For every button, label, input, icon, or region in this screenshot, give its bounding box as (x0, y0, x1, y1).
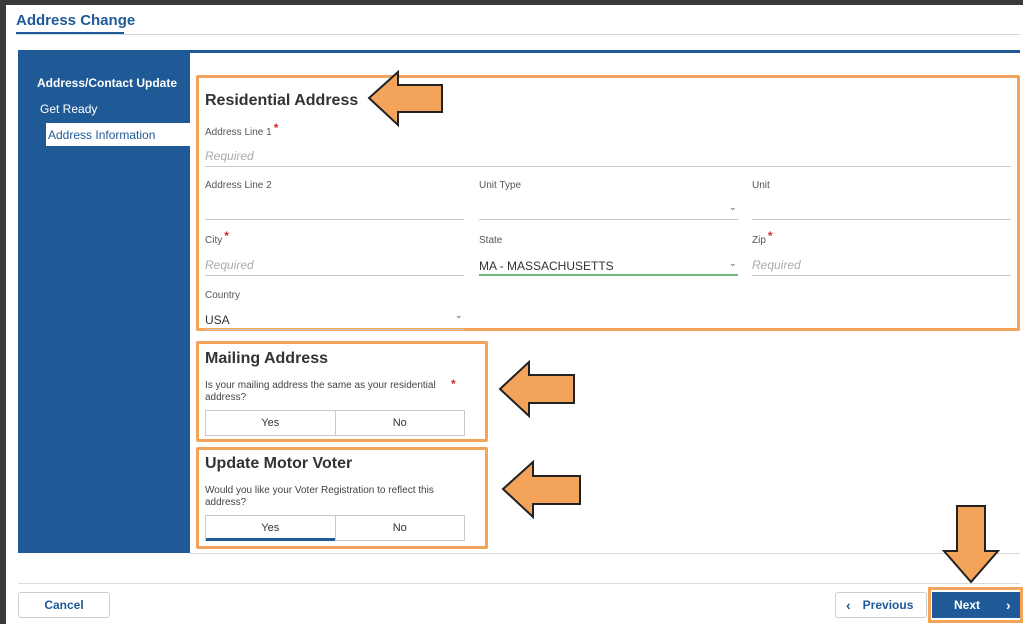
sidebar-heading: Address/Contact Update (37, 76, 178, 90)
required-marker: * (224, 229, 229, 243)
cancel-button[interactable]: Cancel (18, 592, 110, 618)
unit-type-label: Unit Type (479, 180, 522, 191)
country-label: Country (205, 290, 241, 301)
motor-voter-toggle: Yes No (205, 515, 465, 541)
sidebar-item-get-ready[interactable]: Get Ready (40, 102, 97, 116)
zip-input[interactable]: Required (752, 254, 1011, 276)
mailing-no-option[interactable]: No (334, 411, 465, 435)
chevron-right-icon: › (1006, 597, 1011, 613)
motor-voter-yes-option[interactable]: Yes (206, 516, 335, 541)
address-line2-input[interactable] (205, 198, 464, 220)
mailing-address-title: Mailing Address (205, 350, 328, 367)
title-divider (16, 34, 1020, 35)
previous-button[interactable]: ‹ Previous (835, 592, 927, 618)
motor-voter-question: Would you like your Voter Registration t… (205, 485, 434, 508)
city-label: City * (205, 229, 229, 246)
address-line1-label: Address Line 1 * (205, 121, 279, 138)
footer-divider (18, 583, 1020, 584)
zip-label: Zip * (752, 229, 773, 246)
mailing-yes-option[interactable]: Yes (206, 411, 335, 435)
unit-input[interactable] (752, 198, 1011, 220)
next-button[interactable]: Next › (932, 592, 1020, 618)
country-select[interactable]: USA (205, 308, 464, 330)
unit-label: Unit (752, 180, 770, 191)
residential-address-title: Residential Address (205, 92, 359, 109)
arrow-left-icon (498, 359, 575, 419)
state-select[interactable]: MA - MASSACHUSETTS (479, 254, 738, 276)
next-button-label: Next (954, 598, 981, 612)
arrow-left-icon (501, 459, 581, 520)
address-line1-input[interactable]: Required (205, 145, 1011, 167)
state-label: State (479, 235, 503, 246)
page-title: Address Change (16, 12, 136, 29)
chevron-down-icon: ⌄ (455, 310, 463, 320)
mailing-question: Is your mailing address the same as your… (205, 380, 436, 403)
chevron-down-icon: ⌄ (729, 202, 737, 212)
motor-voter-title: Update Motor Voter (205, 455, 353, 472)
arrow-down-icon (941, 505, 1001, 584)
mailing-same-toggle: Yes No (205, 410, 465, 436)
sidebar-item-address-information[interactable]: Address Information (46, 123, 190, 146)
required-marker: * (767, 229, 773, 243)
previous-button-label: Previous (862, 598, 914, 612)
required-marker: * (273, 121, 279, 135)
chevron-left-icon: ‹ (846, 597, 851, 613)
content-bottom-rule (190, 553, 1020, 554)
motor-voter-no-option[interactable]: No (334, 516, 465, 540)
city-input[interactable]: Required (205, 254, 464, 276)
sidebar: Address/Contact Update Get Ready Address… (18, 53, 190, 553)
address-line2-label: Address Line 2 (205, 180, 272, 191)
chevron-down-icon: ⌄ (729, 258, 737, 268)
unit-type-select[interactable] (479, 198, 738, 220)
arrow-left-icon (367, 69, 443, 128)
required-marker: * (451, 377, 456, 391)
